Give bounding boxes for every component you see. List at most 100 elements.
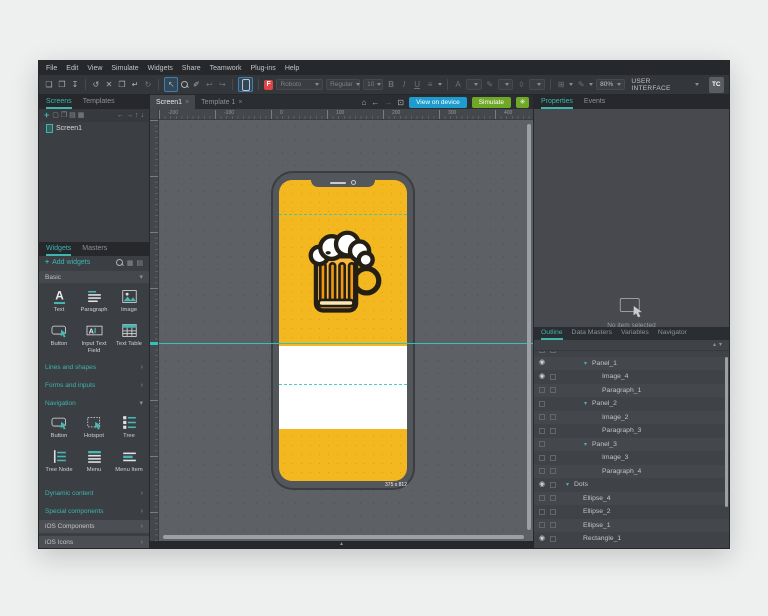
outline-panel-tab[interactable]: Variables bbox=[621, 329, 649, 340]
font-color-select[interactable] bbox=[466, 79, 482, 90]
visibility-eye-icon[interactable] bbox=[538, 373, 546, 381]
widget-section-row[interactable]: Forms and inputs › bbox=[39, 379, 149, 391]
screen-list-item[interactable]: Screen1 bbox=[39, 122, 149, 134]
back-icon[interactable]: ← bbox=[371, 98, 379, 107]
bold-button[interactable]: B bbox=[386, 78, 396, 91]
widget-section-row[interactable]: Special components › bbox=[39, 505, 149, 517]
widget-item[interactable]: Tree Node bbox=[42, 447, 76, 480]
visibility-eye-icon[interactable] bbox=[538, 359, 546, 367]
widget-item[interactable]: Hotspot bbox=[77, 413, 111, 446]
lock-checkbox[interactable] bbox=[549, 351, 557, 354]
menu-item[interactable]: Share bbox=[182, 65, 201, 72]
view-on-device-button[interactable]: View on device bbox=[409, 96, 467, 108]
zoom-level-select[interactable]: 80% bbox=[596, 79, 626, 90]
device-preview-button[interactable] bbox=[238, 77, 253, 92]
visibility-eye-icon[interactable] bbox=[538, 454, 546, 462]
shapes-button[interactable]: ⊞ bbox=[556, 78, 566, 91]
border-color-button[interactable]: ✎ bbox=[485, 78, 495, 91]
menu-item[interactable]: File bbox=[46, 65, 57, 72]
white-panel[interactable] bbox=[279, 346, 407, 429]
grid-view-icon[interactable]: ▦ bbox=[78, 109, 85, 122]
close-tab-icon[interactable]: × bbox=[238, 99, 242, 106]
user-avatar[interactable]: TC bbox=[708, 76, 724, 93]
add-widgets-button[interactable]: Add widgets bbox=[52, 259, 90, 266]
beer-mug-image[interactable] bbox=[302, 226, 384, 318]
phone-screen[interactable] bbox=[279, 180, 407, 481]
canvas-tab[interactable]: Screen1 × bbox=[150, 95, 196, 109]
open-icon[interactable]: ❒ bbox=[57, 78, 67, 91]
design-canvas[interactable]: 375 x 812 bbox=[159, 120, 533, 541]
widget-item[interactable]: Input Text Field bbox=[77, 321, 111, 354]
lock-checkbox[interactable] bbox=[549, 413, 557, 421]
widgets-panel-tab[interactable]: Masters bbox=[82, 245, 107, 256]
fill-color-select[interactable] bbox=[529, 79, 546, 90]
simulate-settings-button[interactable]: ✳ bbox=[516, 96, 529, 108]
outline-scrollbar[interactable] bbox=[725, 357, 728, 507]
widget-section-row[interactable]: Lines and shapes › bbox=[39, 361, 149, 373]
outline-row[interactable]: Ellipse_1 bbox=[534, 518, 729, 532]
font-family-select[interactable]: Roboto bbox=[276, 79, 324, 90]
widget-item[interactable]: Menu Item bbox=[112, 447, 146, 480]
expand-chevron-icon[interactable]: ▾ bbox=[584, 400, 590, 407]
menu-item[interactable]: Edit bbox=[66, 65, 78, 72]
move-right-icon[interactable]: → bbox=[126, 109, 133, 122]
italic-button[interactable]: I bbox=[399, 78, 409, 91]
add-screen-button[interactable]: + bbox=[44, 109, 49, 122]
workspace-mode-select[interactable]: USER INTERFACE bbox=[631, 78, 699, 92]
visibility-eye-icon[interactable] bbox=[538, 481, 546, 489]
visibility-eye-icon[interactable] bbox=[538, 413, 546, 421]
zoom-tool-icon[interactable] bbox=[181, 81, 189, 88]
close-tab-icon[interactable]: × bbox=[185, 99, 189, 106]
publish-icon[interactable]: ↧ bbox=[70, 78, 80, 91]
menu-item[interactable]: Simulate bbox=[111, 65, 138, 72]
widget-item[interactable]: Text bbox=[42, 287, 76, 320]
menu-item[interactable]: Widgets bbox=[148, 65, 173, 72]
font-style-select[interactable]: Regular bbox=[326, 79, 361, 90]
canvas-tab[interactable]: Template 1 × bbox=[195, 95, 248, 109]
pen-button[interactable]: ✎ bbox=[576, 78, 586, 91]
outline-row[interactable]: Paragraph_4 bbox=[534, 464, 729, 478]
screens-panel-tab[interactable]: Templates bbox=[83, 98, 115, 109]
menu-item[interactable]: Help bbox=[285, 65, 299, 72]
home-icon[interactable]: ⌂ bbox=[362, 98, 367, 107]
font-color-button[interactable]: A bbox=[453, 78, 463, 91]
horizontal-scrollbar[interactable] bbox=[163, 535, 524, 539]
lock-checkbox[interactable] bbox=[549, 508, 557, 516]
visibility-eye-icon[interactable] bbox=[538, 427, 546, 435]
widget-item[interactable]: Tree bbox=[112, 413, 146, 446]
widget-item[interactable]: Text Table bbox=[112, 321, 146, 354]
lock-checkbox[interactable] bbox=[549, 481, 557, 489]
outline-panel-tab[interactable]: Data Masters bbox=[572, 329, 612, 340]
visibility-eye-icon[interactable] bbox=[538, 508, 546, 516]
delete-icon[interactable]: ✕ bbox=[104, 78, 114, 91]
fill-color-button[interactable]: ◊ bbox=[516, 78, 526, 91]
lock-checkbox[interactable] bbox=[549, 440, 557, 448]
font-size-select[interactable]: 10 bbox=[363, 79, 384, 90]
move-up-icon[interactable]: ↑ bbox=[135, 109, 139, 122]
forward-icon[interactable]: → bbox=[384, 98, 392, 107]
outline-row[interactable]: Ellipse_2 bbox=[534, 505, 729, 519]
widget-item[interactable]: Image bbox=[112, 287, 146, 320]
widget-item[interactable]: Paragraph bbox=[77, 287, 111, 320]
outline-row[interactable]: Paragraph_3 bbox=[534, 424, 729, 438]
lock-checkbox[interactable] bbox=[549, 400, 557, 408]
properties-panel-tab[interactable]: Properties bbox=[541, 98, 573, 109]
menu-item[interactable]: View bbox=[87, 65, 102, 72]
visibility-eye-icon[interactable] bbox=[538, 521, 546, 529]
outline-row[interactable]: ▾ Panel_1 bbox=[534, 356, 729, 370]
menu-item[interactable]: Teamwork bbox=[210, 65, 242, 72]
expand-chevron-icon[interactable]: ▾ bbox=[584, 360, 590, 367]
menu-item[interactable]: Plug-ins bbox=[251, 65, 276, 72]
grid-layout-icon[interactable]: ▦ bbox=[127, 259, 134, 267]
simulate-button[interactable]: Simulate bbox=[471, 96, 511, 108]
new-screen-icon[interactable]: ▢ bbox=[52, 109, 59, 122]
widget-section-row[interactable]: iOS Icons › bbox=[39, 536, 149, 548]
new-file-icon[interactable]: ❏ bbox=[44, 78, 54, 91]
visibility-eye-icon[interactable] bbox=[538, 467, 546, 475]
paste-icon[interactable]: ↵ bbox=[130, 78, 140, 91]
rotate-left-icon[interactable]: ↩ bbox=[204, 78, 214, 91]
select-tool-button[interactable]: ↖ bbox=[163, 77, 179, 92]
outline-row[interactable]: Image_4 bbox=[534, 370, 729, 384]
screens-panel-tab[interactable]: Screens bbox=[46, 98, 72, 109]
new-folder-icon[interactable]: ❒ bbox=[61, 109, 67, 122]
